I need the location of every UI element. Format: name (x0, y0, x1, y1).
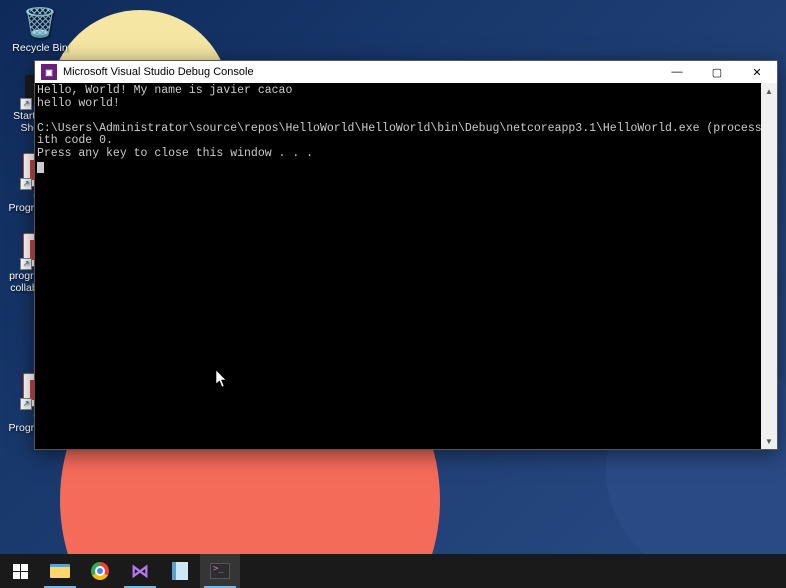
windows-start-icon (13, 564, 28, 579)
console-body[interactable]: Hello, World! My name is javier cacao he… (35, 83, 777, 449)
console-output: Hello, World! My name is javier cacao he… (35, 83, 761, 449)
vs-app-icon: ▣ (41, 64, 57, 80)
taskbar-file-explorer[interactable] (40, 554, 80, 588)
minimize-button[interactable]: — (657, 61, 697, 83)
recycle-bin-icon: 🗑️ (22, 4, 58, 40)
file-explorer-icon (50, 564, 70, 578)
start-button[interactable] (0, 554, 40, 588)
debug-console-window: ▣ Microsoft Visual Studio Debug Console … (34, 60, 778, 450)
chrome-icon (91, 562, 109, 580)
taskbar-notepad[interactable] (160, 554, 200, 588)
text-caret (37, 162, 44, 173)
window-control-buttons: — ▢ ✕ (657, 61, 777, 83)
scroll-track[interactable] (761, 99, 777, 433)
visual-studio-icon: ⋈ (130, 561, 150, 581)
maximize-button[interactable]: ▢ (697, 61, 737, 83)
taskbar-chrome[interactable] (80, 554, 120, 588)
vertical-scrollbar[interactable]: ▲ ▼ (761, 83, 777, 449)
window-title: Microsoft Visual Studio Debug Console (63, 66, 657, 78)
window-titlebar[interactable]: ▣ Microsoft Visual Studio Debug Console … (35, 61, 777, 83)
desktop-icon-label: Recycle Bin (12, 42, 67, 54)
desktop-icon-recycle-bin[interactable]: 🗑️ Recycle Bin (6, 4, 74, 54)
notepad-icon (172, 562, 188, 580)
scroll-up-button[interactable]: ▲ (761, 83, 777, 99)
taskbar-visual-studio[interactable]: ⋈ (120, 554, 160, 588)
terminal-icon (210, 563, 230, 579)
taskbar-console[interactable] (200, 554, 240, 588)
close-button[interactable]: ✕ (737, 61, 777, 83)
scroll-down-button[interactable]: ▼ (761, 433, 777, 449)
taskbar: ⋈ (0, 554, 786, 588)
